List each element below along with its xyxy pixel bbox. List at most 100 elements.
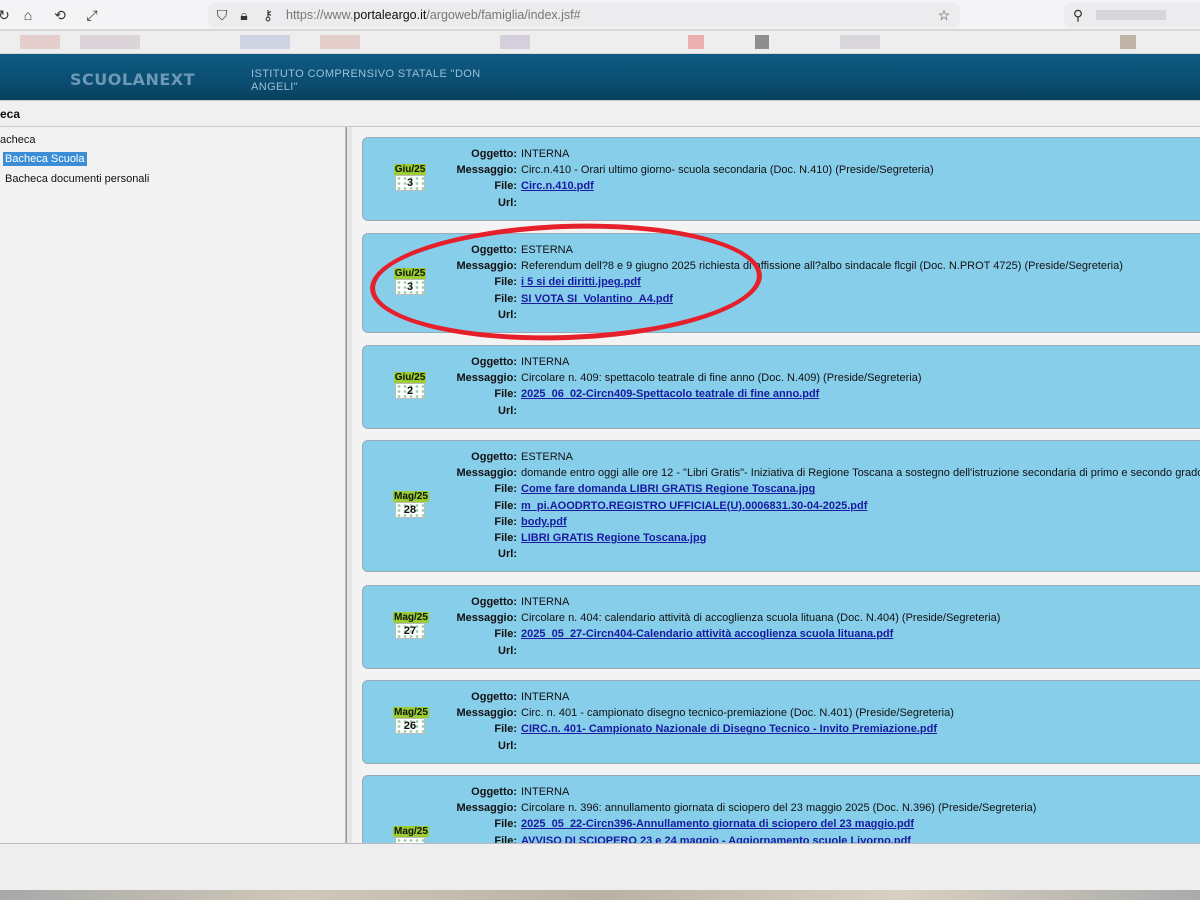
shield-icon[interactable]: ⛉: [214, 7, 230, 23]
messaggio-label: Messaggio:: [456, 802, 517, 815]
date-badge: Mag/25 27: [393, 611, 429, 639]
url-label: Url:: [498, 404, 517, 417]
messaggio-value: domande entro oggi alle ore 12 - "Libri …: [521, 467, 1200, 480]
key-icon[interactable]: ⚷: [260, 7, 276, 23]
oggetto-value: INTERNA: [521, 356, 570, 368]
bookmarks-bar-blurred: [0, 31, 1200, 53]
notice-card: Giu/25 2 Oggetto: INTERNA Messaggio: Circo…: [362, 345, 1200, 429]
url-path: /argoweb/famiglia/index.jsf#: [426, 8, 581, 22]
file-label: File:: [494, 531, 517, 544]
date-day: 27: [395, 623, 425, 639]
messaggio-label: Messaggio:: [456, 372, 517, 385]
messaggio-label: Messaggio:: [456, 707, 517, 720]
tree-item-documenti-personali[interactable]: Bacheca documenti personali: [5, 173, 149, 185]
blurred-bookmark: [755, 35, 769, 49]
expand-icon[interactable]: ⤢: [84, 7, 100, 23]
file-label: File:: [494, 723, 517, 736]
messaggio-label: Messaggio:: [456, 612, 517, 625]
title-bar: eca: [0, 100, 1200, 127]
date-month: Giu/25: [393, 372, 427, 383]
date-day: 2: [395, 383, 425, 399]
url-label: Url:: [498, 548, 517, 561]
date-month: Mag/25: [393, 707, 429, 718]
url-label: Url:: [498, 196, 517, 209]
notice-fields: Oggetto: ESTERNA Messaggio: domande entro …: [443, 449, 1200, 562]
blurred-bookmark: [320, 35, 360, 49]
notice-card: Mag/25 26 Oggetto: INTERNA Messaggio: Circ…: [362, 680, 1200, 764]
blurred-bookmark: [840, 35, 880, 49]
page-title: eca: [0, 107, 21, 121]
notice-card: Mag/25 Oggetto: INTERNA Messaggio: Circola…: [362, 775, 1200, 843]
search-box[interactable]: ⚲: [1064, 3, 1200, 27]
oggetto-value: INTERNA: [521, 786, 570, 798]
messaggio-value: Circ. n. 401 - campionato disegno tecnic…: [521, 707, 954, 720]
url-prefix: https://www.: [286, 8, 354, 22]
messaggio-value: Circ.n.410 - Orari ultimo giorno- scuola…: [521, 164, 934, 177]
notice-fields: Oggetto: INTERNA Messaggio: Circolare n. 4…: [443, 594, 1000, 659]
file-label: File:: [494, 499, 517, 512]
notice-fields: Oggetto: INTERNA Messaggio: Circolare n. 3…: [443, 784, 1036, 843]
oggetto-label: Oggetto:: [471, 148, 517, 160]
app-header: SCUOLANEXT ISTITUTO COMPRENSIVO STATALE …: [0, 54, 1200, 100]
reload-icon[interactable]: ↻: [0, 7, 12, 23]
oggetto-label: Oggetto:: [471, 451, 517, 463]
blurred-bookmark: [1120, 35, 1136, 49]
messaggio-label: Messaggio:: [456, 164, 517, 177]
oggetto-label: Oggetto:: [471, 691, 517, 703]
date-badge: Giu/25 3: [393, 163, 427, 191]
file-link[interactable]: LIBRI GRATIS Regione Toscana.jpg: [521, 532, 706, 544]
tree-item-bacheca-scuola[interactable]: Bacheca Scuola: [3, 152, 87, 166]
file-link[interactable]: m_pi.AOODRTO.REGISTRO UFFICIALE(U).00068…: [521, 500, 867, 512]
file-link[interactable]: Circ.n.410.pdf: [521, 180, 594, 192]
file-link[interactable]: 2025_05_27-Circn404-Calendario attività …: [521, 628, 893, 640]
date-badge: Mag/25 28: [393, 490, 429, 518]
blurred-bookmark: [80, 35, 140, 49]
address-bar[interactable]: ⛉ 🔒︎ ⚷ https://www.portaleargo.it/argowe…: [208, 3, 960, 27]
bookmark-star-icon[interactable]: ☆: [936, 7, 952, 23]
blurred-bookmark: [500, 35, 530, 49]
messaggio-value: Circolare n. 404: calendario attività di…: [521, 612, 1001, 625]
file-link[interactable]: body.pdf: [521, 516, 567, 528]
date-day: 3: [395, 175, 425, 191]
lock-icon[interactable]: 🔒︎: [236, 7, 252, 23]
date-badge: Mag/25: [393, 825, 429, 843]
url-label: Url:: [498, 644, 517, 657]
file-link[interactable]: AVVISO DI SCIOPERO 23 e 24 maggio - Aggi…: [521, 835, 911, 843]
file-label: File:: [494, 628, 517, 641]
tree-item-label: Bacheca Scuola: [3, 152, 87, 166]
date-month: Mag/25: [393, 612, 429, 623]
url-text[interactable]: https://www.portaleargo.it/argoweb/famig…: [286, 8, 581, 22]
search-icon: ⚲: [1072, 7, 1084, 23]
file-label: File:: [494, 834, 517, 843]
url-label: Url:: [498, 739, 517, 752]
date-badge: Giu/25 2: [393, 371, 427, 399]
blurred-search-text: [1096, 10, 1166, 20]
tree-root-bacheca[interactable]: acheca: [0, 134, 35, 146]
background-strip: [0, 890, 1200, 900]
school-name: ISTITUTO COMPRENSIVO STATALE "DON ANGELI…: [251, 68, 511, 94]
school-name-line2: ANGELI": [251, 81, 299, 93]
oggetto-label: Oggetto:: [471, 596, 517, 608]
oggetto-value: INTERNA: [521, 691, 570, 703]
file-label: File:: [494, 180, 517, 193]
oggetto-value: ESTERNA: [521, 451, 573, 463]
url-domain: portaleargo.it: [353, 8, 427, 22]
messaggio-value: Circolare n. 409: spettacolo teatrale di…: [521, 372, 922, 385]
notice-card: Mag/25 27 Oggetto: INTERNA Messaggio: Circ…: [362, 585, 1200, 669]
file-link[interactable]: Come fare domanda LIBRI GRATIS Regione T…: [521, 483, 815, 495]
notice-fields: Oggetto: INTERNA Messaggio: Circ. n. 401 -…: [443, 689, 954, 754]
file-label: File:: [494, 818, 517, 831]
file-link[interactable]: 2025_06_02-Circn409-Spettacolo teatrale …: [521, 388, 819, 400]
blurred-bookmark: [688, 35, 704, 49]
date-month: Mag/25: [393, 491, 429, 502]
oggetto-value: INTERNA: [521, 148, 570, 160]
home-icon[interactable]: ⌂: [20, 7, 36, 23]
notice-card: Mag/25 28 Oggetto: ESTERNA Messaggio: doma…: [362, 440, 1200, 572]
history-icon[interactable]: ⟲: [52, 7, 68, 23]
date-month: Giu/25: [393, 164, 427, 175]
sidebar: acheca Bacheca Scuola Bacheca documenti …: [0, 127, 346, 843]
oggetto-value: INTERNA: [521, 596, 570, 608]
file-link[interactable]: CIRC.n. 401- Campionato Nazionale di Dis…: [521, 723, 937, 735]
file-link[interactable]: 2025_05_22-Circn396-Annullamento giornat…: [521, 818, 914, 830]
school-name-line1: ISTITUTO COMPRENSIVO STATALE "DON: [251, 68, 481, 80]
